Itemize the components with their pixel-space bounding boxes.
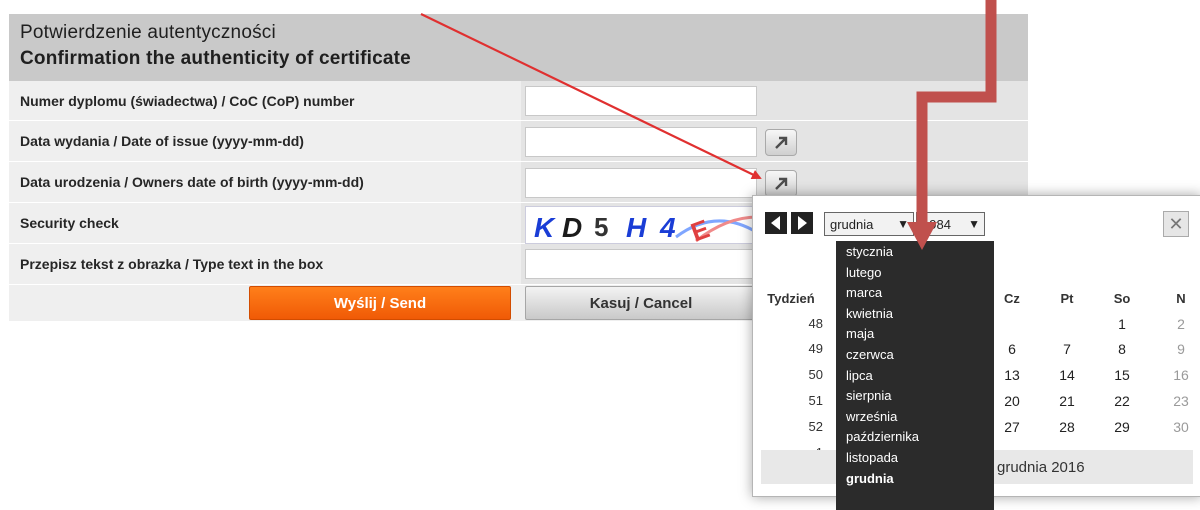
date-of-birth-input[interactable]	[525, 168, 757, 198]
captcha-image: K D 5 H 4 E	[525, 206, 759, 244]
caret-down-icon: ▼	[897, 217, 909, 231]
svg-text:4: 4	[659, 212, 676, 243]
svg-text:D: D	[562, 212, 582, 243]
month-option[interactable]: maja	[836, 324, 994, 345]
month-option[interactable]: czerwca	[836, 345, 994, 366]
calendar-day[interactable]: 8	[1102, 341, 1142, 357]
type-text-label: Przepisz tekst z obrazka / Type text in …	[20, 256, 324, 272]
month-dropdown-list: stycznia lutego marca kwietnia maja czer…	[836, 241, 994, 510]
calendar-day[interactable]: 16	[1161, 367, 1200, 383]
calendar-day[interactable]: 20	[992, 393, 1032, 409]
calendar-day[interactable]: 2	[1161, 316, 1200, 332]
calendar-day[interactable]: 6	[992, 341, 1032, 357]
next-month-button[interactable]	[791, 212, 813, 234]
week-number: 49	[808, 341, 823, 356]
day-header-sunday: N	[1176, 291, 1186, 306]
certificate-number-input[interactable]	[525, 86, 757, 116]
month-option[interactable]: marca	[836, 283, 994, 304]
caret-down-icon: ▼	[968, 217, 980, 231]
row-certificate-number: Numer dyplomu (świadectwa) / CoC (CoP) n…	[9, 81, 1028, 121]
date-of-birth-label: Data urodzenia / Owners date of birth (y…	[20, 174, 364, 190]
date-of-issue-calendar-button[interactable]	[765, 129, 797, 156]
form-title-english: Confirmation the authenticity of certifi…	[20, 48, 411, 69]
row-date-of-issue: Data wydania / Date of issue (yyyy-mm-dd…	[9, 121, 1028, 162]
previous-month-button[interactable]	[765, 212, 787, 234]
svg-text:E: E	[687, 213, 714, 243]
arrow-up-right-icon	[775, 136, 788, 149]
form-header: Potwierdzenie autentyczności Confirmatio…	[9, 14, 1028, 81]
today-label: grudnia 2016	[997, 458, 1085, 476]
month-option[interactable]: sierpnia	[836, 386, 994, 407]
date-of-issue-label: Data wydania / Date of issue (yyyy-mm-dd…	[20, 133, 304, 149]
month-select-value: grudnia	[830, 216, 874, 232]
svg-text:5: 5	[594, 212, 608, 242]
security-check-label: Security check	[20, 215, 119, 231]
calendar-day[interactable]: 15	[1102, 367, 1142, 383]
close-icon[interactable]: ✕	[1163, 211, 1189, 237]
month-option[interactable]: września	[836, 407, 994, 428]
month-select[interactable]: grudnia ▼	[824, 212, 914, 236]
week-number: 50	[808, 367, 823, 382]
week-number: 52	[808, 419, 823, 434]
month-option[interactable]: lipca	[836, 366, 994, 387]
send-button[interactable]: Wyślij / Send	[249, 286, 511, 320]
calendar-day[interactable]: 27	[992, 419, 1032, 435]
month-option[interactable]: kwietnia	[836, 304, 994, 325]
day-header-saturday: So	[1113, 291, 1131, 306]
date-of-issue-input[interactable]	[525, 127, 757, 157]
calendar-day[interactable]: 23	[1161, 393, 1200, 409]
cancel-button[interactable]: Kasuj / Cancel	[525, 286, 757, 320]
calendar-day[interactable]: 9	[1161, 341, 1200, 357]
month-option[interactable]: listopada	[836, 448, 994, 469]
captcha-text-input[interactable]	[525, 249, 757, 279]
calendar-day[interactable]: 1	[1102, 316, 1142, 332]
week-column-header: Tydzień	[767, 291, 815, 306]
day-header-friday: Pt	[1060, 291, 1074, 306]
month-option[interactable]: października	[836, 427, 994, 448]
week-number: 51	[808, 393, 823, 408]
day-header-thursday: Cz	[1004, 291, 1020, 306]
date-of-birth-calendar-button[interactable]	[765, 170, 797, 197]
month-option-selected[interactable]: grudnia	[836, 469, 994, 490]
calendar-day[interactable]: 14	[1047, 367, 1087, 383]
calendar-day[interactable]: 13	[992, 367, 1032, 383]
arrow-up-right-icon	[775, 177, 788, 190]
calendar-day[interactable]: 30	[1161, 419, 1200, 435]
calendar-day[interactable]: 7	[1047, 341, 1087, 357]
year-select[interactable]: 1984 ▼	[916, 212, 985, 236]
calendar-day[interactable]: 28	[1047, 419, 1087, 435]
year-select-value: 1984	[922, 216, 951, 232]
calendar-day[interactable]: 21	[1047, 393, 1087, 409]
form-title-polish: Potwierdzenie autentyczności	[20, 22, 276, 43]
calendar-day[interactable]: 22	[1102, 393, 1142, 409]
calendar-header: grudnia ▼ 1984 ▼ ✕	[761, 210, 1193, 242]
month-option[interactable]: lutego	[836, 263, 994, 284]
month-option[interactable]: stycznia	[836, 242, 994, 263]
week-number: 48	[808, 316, 823, 331]
svg-text:H: H	[626, 212, 647, 243]
triangle-left-icon	[771, 216, 780, 230]
svg-text:K: K	[534, 212, 556, 243]
triangle-right-icon	[798, 216, 807, 230]
certificate-number-label: Numer dyplomu (świadectwa) / CoC (CoP) n…	[20, 92, 355, 109]
calendar-day[interactable]: 29	[1102, 419, 1142, 435]
